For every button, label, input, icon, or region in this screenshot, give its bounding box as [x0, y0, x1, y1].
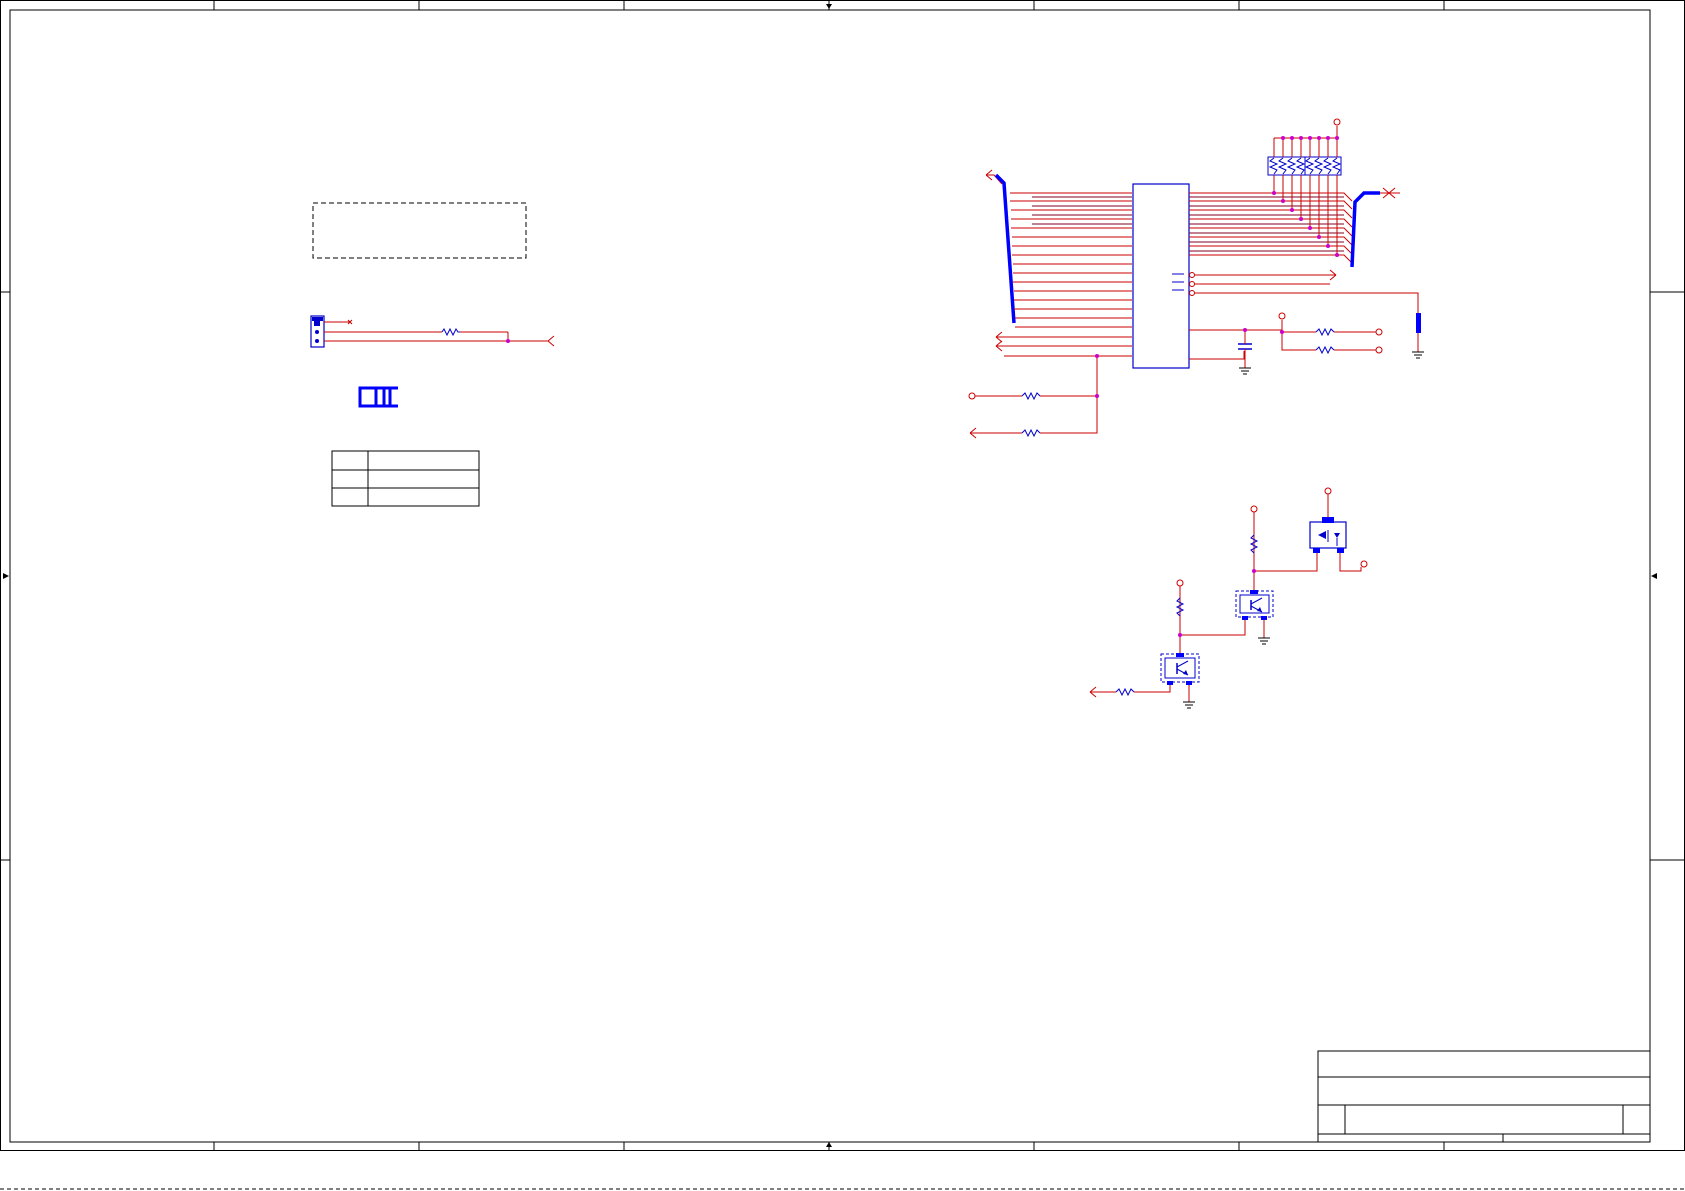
capacitor-icon	[1238, 343, 1252, 350]
sheet-frame	[0, 0, 1685, 1151]
resistor-icon	[441, 327, 460, 337]
junction-dot	[1095, 354, 1099, 358]
rn-pullup-wires	[1273, 126, 1338, 255]
ic-left-wires	[995, 192, 1132, 357]
power-port-icon	[1278, 312, 1286, 320]
fuse-icon	[1416, 313, 1421, 352]
outer-border	[0, 0, 1685, 1151]
switch-icon	[358, 386, 398, 408]
ic-right-wires	[1189, 192, 1419, 360]
junction-dot	[506, 339, 510, 343]
junction-dot	[1243, 328, 1247, 332]
power-port-icon	[1375, 346, 1383, 354]
ground-icon	[1258, 637, 1270, 645]
center-markers	[3, 4, 1657, 1147]
junction-dot	[1252, 569, 1256, 573]
right-pull-wires	[1281, 320, 1376, 351]
right-bus	[1350, 191, 1400, 268]
header-wires	[324, 319, 555, 347]
ic-right-wires-dark	[1189, 196, 1344, 252]
ic-body	[1132, 183, 1195, 369]
left-bus	[985, 169, 1016, 324]
connector-header-icon	[310, 315, 325, 348]
upper-npn-wires	[1193, 512, 1265, 638]
ground-icon	[1412, 351, 1424, 359]
notes-table	[331, 450, 480, 507]
lower-npn-wires	[1089, 585, 1193, 702]
resistor-icon	[1315, 327, 1335, 355]
mosfet-icon	[1309, 517, 1347, 553]
ground-icon	[1239, 367, 1251, 375]
power-port-icon	[1324, 487, 1332, 495]
power-port-icon	[1360, 560, 1368, 568]
resistor-icon	[1115, 597, 1185, 697]
power-port-icon	[968, 392, 976, 400]
npn-transistor-icon	[1160, 653, 1200, 685]
power-port-icon	[1176, 579, 1184, 587]
power-port-icon	[1333, 118, 1341, 126]
junction-dot	[1095, 394, 1099, 398]
note-box	[312, 202, 527, 259]
junction-dot	[1280, 330, 1284, 334]
power-port-icon	[1375, 328, 1383, 336]
resistor-network-icon	[1267, 156, 1342, 176]
npn-transistor-icon	[1235, 590, 1274, 620]
power-port-icon	[1250, 505, 1258, 513]
ground-icon	[1183, 701, 1195, 709]
inner-border	[9, 9, 1651, 1143]
resistor-icon	[1021, 391, 1041, 438]
schematic-sheet	[0, 0, 1685, 1190]
zone-ticks-sides	[0, 291, 1685, 861]
junction-dot	[1178, 633, 1182, 637]
title-block	[1317, 1050, 1651, 1143]
